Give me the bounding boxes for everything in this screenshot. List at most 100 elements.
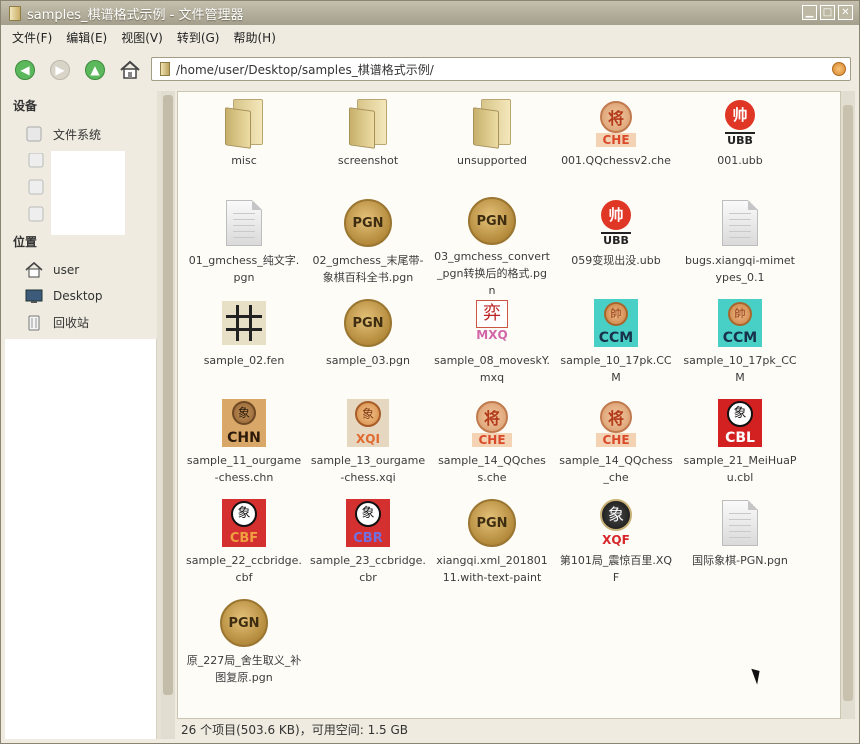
file-icon-box: 象 XQF	[589, 497, 643, 549]
menu-file[interactable]: 文件(F)	[5, 29, 59, 46]
file-view: misc screenshot unsupported 将 CHE 001.QQchess…	[177, 91, 841, 719]
mxq-chess-icon: 弈 MXQ	[474, 300, 510, 346]
file-item[interactable]: PGN 原_227局_舍生取义_补图复原.pgn	[182, 594, 306, 694]
minimize-button[interactable]: ▁	[802, 5, 817, 20]
file-item[interactable]: 帥 CCM sample_10_17pk.CCM	[554, 294, 678, 394]
file-icon-box	[217, 297, 271, 349]
file-item[interactable]: PGN xiangqi.xml_20180111.with-text-paint	[430, 494, 554, 594]
clear-location-icon[interactable]	[832, 62, 846, 76]
file-name: 001.ubb	[717, 154, 763, 167]
file-icon-box: 将 CHE	[465, 397, 519, 449]
menu-view[interactable]: 视图(V)	[114, 29, 170, 46]
file-item[interactable]: 象 CBR sample_23_ccbridge.cbr	[306, 494, 430, 594]
file-item[interactable]: 象 CHN sample_11_ourgame-chess.chn	[182, 394, 306, 494]
back-arrow-icon: ◀	[15, 60, 35, 80]
file-item[interactable]: misc	[182, 94, 306, 194]
file-icon-box: PGN	[465, 497, 519, 549]
sidebar-item-label: user	[53, 263, 80, 277]
sidebar-item-label: Desktop	[53, 289, 103, 303]
pgn-coin-icon: PGN	[468, 197, 516, 245]
sidebar-scrollbar[interactable]	[161, 91, 175, 739]
location-path: /home/user/Desktop/samples_棋谱格式示例/	[176, 62, 434, 77]
back-button[interactable]: ◀	[11, 56, 39, 84]
toolbar: ◀ ▶ ▲ /home/user/Desktop/samples_棋谱格式示例/	[1, 51, 859, 89]
close-button[interactable]: ✕	[838, 5, 853, 20]
file-icon-box: PGN	[465, 197, 519, 245]
file-item[interactable]: 将 CHE sample_14_QQchess.che	[430, 394, 554, 494]
file-item[interactable]: 象 CBF sample_22_ccbridge.cbf	[182, 494, 306, 594]
xqf-chess-icon: 象 XQF	[596, 499, 636, 547]
forward-button[interactable]: ▶	[46, 56, 74, 84]
file-name: sample_08_moveskY.mxq	[434, 354, 550, 384]
xqi-chess-icon: 象 XQI	[347, 399, 389, 447]
file-name: 02_gmchess_末尾带-象棋百科全书.pgn	[312, 254, 424, 284]
text-document-icon	[722, 200, 758, 246]
ubb-chess-icon: 帅 UBB	[725, 99, 755, 147]
home-button[interactable]	[116, 56, 144, 84]
file-name: 国际象棋-PGN.pgn	[692, 554, 788, 567]
file-grid: misc screenshot unsupported 将 CHE 001.QQchess…	[182, 94, 802, 694]
file-name: unsupported	[457, 154, 527, 167]
scrollbar-thumb[interactable]	[163, 95, 173, 695]
sidebar-item-desktop[interactable]: Desktop	[25, 285, 103, 307]
file-item[interactable]: 象 CBL sample_21_MeiHuaPu.cbl	[678, 394, 802, 494]
drive-icon	[26, 126, 42, 142]
file-item[interactable]: screenshot	[306, 94, 430, 194]
file-item[interactable]: 帅 UBB 059变现出没.ubb	[554, 194, 678, 294]
file-item[interactable]: unsupported	[430, 94, 554, 194]
maximize-button[interactable]: □	[820, 5, 835, 20]
pgn-coin-icon: PGN	[468, 499, 516, 547]
menu-help[interactable]: 帮助(H)	[226, 29, 282, 46]
file-item[interactable]: PGN 03_gmchess_convert_pgn转换后的格式.pgn	[430, 194, 554, 294]
file-icon-box	[217, 97, 271, 149]
title-bar[interactable]: samples_棋谱格式示例 - 文件管理器 ▁ □ ✕	[1, 1, 859, 25]
file-item[interactable]: 国际象棋-PGN.pgn	[678, 494, 802, 594]
file-name: xiangqi.xml_20180111.with-text-paint	[436, 554, 548, 584]
file-item[interactable]: 帥 CCM sample_10_17pk_CCM	[678, 294, 802, 394]
file-icon-box: PGN	[341, 297, 395, 349]
text-document-icon	[722, 500, 758, 546]
file-icon-box: 将 CHE	[589, 397, 643, 449]
file-name: 03_gmchess_convert_pgn转换后的格式.pgn	[434, 250, 550, 294]
file-item[interactable]: 象 XQI sample_13_ourgame-chess.xqi	[306, 394, 430, 494]
location-bar[interactable]: /home/user/Desktop/samples_棋谱格式示例/	[151, 57, 851, 81]
folder-icon	[471, 99, 513, 149]
menu-edit[interactable]: 编辑(E)	[59, 29, 114, 46]
sidebar-item-filesystem[interactable]: 文件系统	[25, 123, 101, 145]
menu-go[interactable]: 转到(G)	[170, 29, 227, 46]
folder-icon	[9, 5, 21, 21]
file-name: sample_02.fen	[203, 354, 285, 367]
file-name: screenshot	[337, 154, 399, 167]
file-icon-box: 帅 UBB	[589, 197, 643, 249]
file-item[interactable]: 01_gmchess_纯文字.pgn	[182, 194, 306, 294]
ccm-chess-icon: 帥 CCM	[718, 299, 762, 347]
file-name: sample_14_QQchess.che	[438, 454, 546, 484]
file-item[interactable]: sample_02.fen	[182, 294, 306, 394]
file-item[interactable]: 将 CHE sample_14_QQchess_che	[554, 394, 678, 494]
file-icon-box	[341, 97, 395, 149]
file-item[interactable]: bugs.xiangqi-mimetypes_0.1	[678, 194, 802, 294]
window-controls: ▁ □ ✕	[802, 5, 853, 20]
che-chess-icon: 将 CHE	[596, 99, 636, 147]
file-item[interactable]: 弈 MXQ sample_08_moveskY.mxq	[430, 294, 554, 394]
file-item[interactable]: PGN sample_03.pgn	[306, 294, 430, 394]
file-item[interactable]: 将 CHE 001.QQchessv2.che	[554, 94, 678, 194]
file-item[interactable]: 象 XQF 第101局_震惊百里.XQF	[554, 494, 678, 594]
file-name: 原_227局_舍生取义_补图复原.pgn	[186, 654, 302, 684]
cbr-chess-icon: 象 CBR	[346, 499, 390, 547]
file-name: sample_11_ourgame-chess.chn	[186, 454, 302, 484]
folder-icon	[223, 99, 265, 149]
file-icon-box: 象 CBR	[341, 497, 395, 549]
file-name: 01_gmchess_纯文字.pgn	[188, 254, 300, 284]
up-button[interactable]: ▲	[81, 56, 109, 84]
sidebar-item-trash[interactable]: 回收站	[25, 311, 89, 333]
sidebar-item-label: 回收站	[53, 315, 90, 330]
file-item[interactable]: PGN 02_gmchess_末尾带-象棋百科全书.pgn	[306, 194, 430, 294]
sidebar-item-user[interactable]: user	[25, 259, 79, 281]
scrollbar-thumb[interactable]	[843, 105, 853, 701]
file-item[interactable]: 帅 UBB 001.ubb	[678, 94, 802, 194]
file-name: sample_22_ccbridge.cbf	[186, 554, 302, 584]
file-icon-box: 帥 CCM	[713, 297, 767, 349]
status-bar: 26 个项目(503.6 KB)，可用空间: 1.5 GB	[181, 722, 409, 737]
file-view-scrollbar[interactable]	[841, 91, 855, 719]
